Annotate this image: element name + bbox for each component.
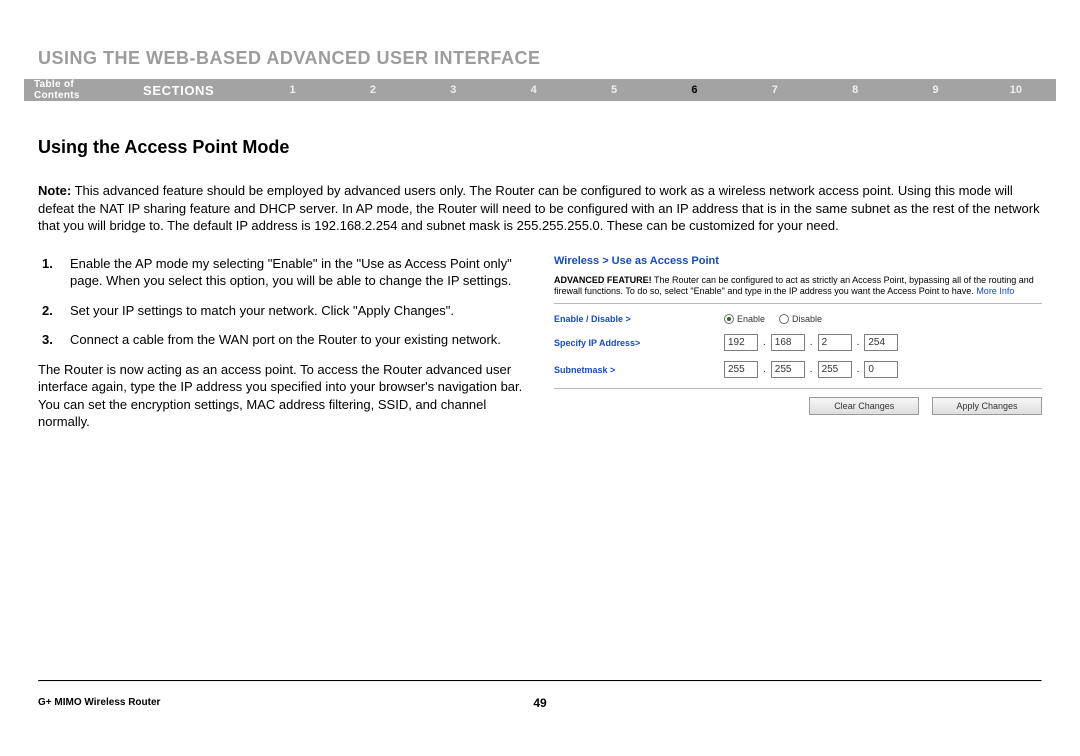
section-link-2[interactable]: 2 xyxy=(333,84,413,96)
section-link-8[interactable]: 8 xyxy=(815,84,895,96)
section-link-3[interactable]: 3 xyxy=(413,84,493,96)
section-link-9[interactable]: 9 xyxy=(895,84,975,96)
page-number: 49 xyxy=(533,696,546,710)
product-name: G+ MIMO Wireless Router xyxy=(38,697,160,708)
ip-octet-4[interactable] xyxy=(864,334,898,351)
left-column: Enable the AP mode my selecting "Enable"… xyxy=(38,255,528,431)
ip-octet-3[interactable] xyxy=(818,334,852,351)
section-link-4[interactable]: 4 xyxy=(493,84,573,96)
disable-radio[interactable]: Disable xyxy=(779,314,822,324)
radio-icon xyxy=(779,314,789,324)
mask-octet-4[interactable] xyxy=(864,361,898,378)
apply-changes-button[interactable]: Apply Changes xyxy=(932,397,1042,415)
disable-option-label: Disable xyxy=(792,314,822,324)
dot-icon: . xyxy=(857,337,860,348)
note-body: This advanced feature should be employed… xyxy=(38,183,1040,233)
mask-octet-3[interactable] xyxy=(818,361,852,378)
mask-octet-2[interactable] xyxy=(771,361,805,378)
note-label: Note: xyxy=(38,183,71,198)
enable-disable-label: Enable / Disable > xyxy=(554,314,724,324)
section-link-5[interactable]: 5 xyxy=(574,84,654,96)
ip-octet-1[interactable] xyxy=(724,334,758,351)
sections-label: SECTIONS xyxy=(143,83,214,98)
more-info-link[interactable]: More Info xyxy=(976,286,1014,296)
dot-icon: . xyxy=(810,337,813,348)
note-paragraph: Note: This advanced feature should be em… xyxy=(38,182,1042,235)
section-link-1[interactable]: 1 xyxy=(252,84,332,96)
dot-icon: . xyxy=(810,364,813,375)
step-item: Connect a cable from the WAN port on the… xyxy=(38,331,528,349)
section-title: Using the Access Point Mode xyxy=(38,137,1042,158)
footer-rule xyxy=(38,680,1042,682)
step-item: Set your IP settings to match your netwo… xyxy=(38,302,528,320)
chapter-title: USING THE WEB-BASED ADVANCED USER INTERF… xyxy=(38,48,1056,69)
enable-option-label: Enable xyxy=(737,314,765,324)
clear-changes-button[interactable]: Clear Changes xyxy=(809,397,919,415)
toc-link[interactable]: Table of Contents xyxy=(34,79,121,101)
radio-icon xyxy=(724,314,734,324)
section-navbar: Table of Contents SECTIONS 1 2 3 4 5 6 7… xyxy=(24,79,1056,101)
subnetmask-label: Subnetmask > xyxy=(554,365,724,375)
dot-icon: . xyxy=(763,337,766,348)
closing-paragraph: The Router is now acting as an access po… xyxy=(38,361,528,431)
step-item: Enable the AP mode my selecting "Enable"… xyxy=(38,255,528,290)
mask-octet-1[interactable] xyxy=(724,361,758,378)
dot-icon: . xyxy=(857,364,860,375)
dot-icon: . xyxy=(763,364,766,375)
advanced-feature-text: ADVANCED FEATURE! The Router can be conf… xyxy=(554,275,1042,298)
section-link-7[interactable]: 7 xyxy=(735,84,815,96)
section-link-10[interactable]: 10 xyxy=(976,84,1056,96)
divider xyxy=(554,303,1042,304)
page-footer: G+ MIMO Wireless Router 49 xyxy=(38,697,1042,708)
enable-radio[interactable]: Enable xyxy=(724,314,765,324)
router-ui-screenshot: Wireless > Use as Access Point ADVANCED … xyxy=(554,255,1042,416)
ip-octet-2[interactable] xyxy=(771,334,805,351)
ip-address-label: Specify IP Address> xyxy=(554,338,724,348)
steps-list: Enable the AP mode my selecting "Enable"… xyxy=(38,255,528,349)
section-link-6[interactable]: 6 xyxy=(654,84,734,96)
advanced-feature-label: ADVANCED FEATURE! xyxy=(554,275,652,285)
breadcrumb: Wireless > Use as Access Point xyxy=(554,255,1042,267)
